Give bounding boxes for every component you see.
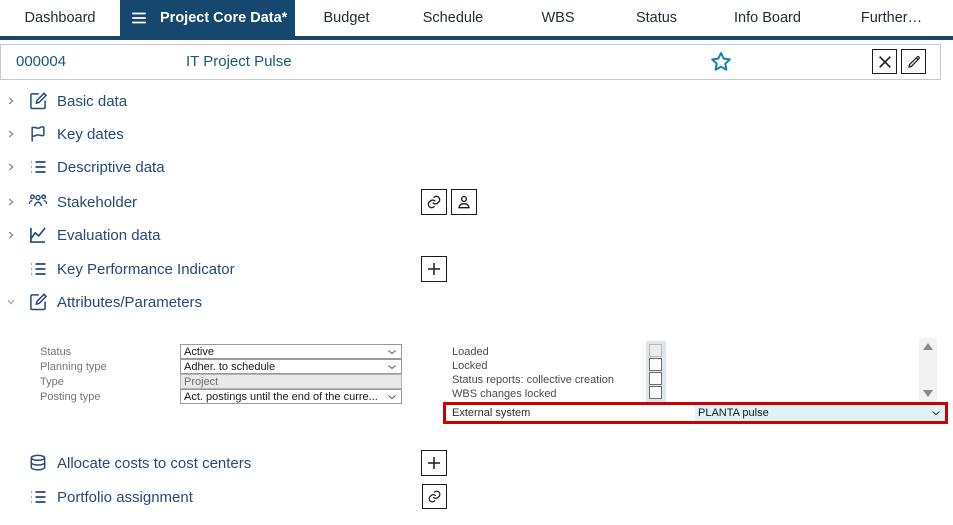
chevron-right-icon[interactable] bbox=[4, 194, 18, 210]
tab-schedule[interactable]: Schedule bbox=[398, 0, 508, 36]
planning-type-value: Adher. to schedule bbox=[184, 360, 276, 373]
flag-icon bbox=[28, 124, 48, 144]
external-system-label: External system bbox=[452, 407, 531, 419]
status-value: Active bbox=[184, 345, 214, 358]
loaded-checkbox bbox=[649, 344, 662, 357]
tab-budget[interactable]: Budget bbox=[295, 0, 398, 36]
checkbox-label-wbs-changes-locked: WBS changes locked bbox=[452, 388, 557, 400]
chart-icon bbox=[28, 225, 48, 245]
section-label: Stakeholder bbox=[57, 193, 138, 211]
checkbox-label-locked: Locked bbox=[452, 360, 488, 372]
project-id: 000004 bbox=[16, 53, 67, 70]
type-field: Project bbox=[180, 374, 402, 389]
tab-label: Schedule bbox=[422, 10, 484, 26]
database-icon bbox=[28, 453, 48, 473]
tab-project-core-data[interactable]: Project Core Data* bbox=[120, 0, 312, 36]
locked-checkbox[interactable] bbox=[649, 358, 662, 371]
section-evaluation-data[interactable]: Evaluation data bbox=[4, 223, 160, 247]
planta-project-window: Dashboard Project Core Data* Budget Sche… bbox=[0, 0, 953, 525]
stakeholder-person-button[interactable] bbox=[451, 189, 477, 215]
record-header: 000004 IT Project Pulse bbox=[0, 44, 941, 80]
tab-info-board[interactable]: Info Board bbox=[705, 0, 830, 36]
chevron-down-icon bbox=[386, 391, 398, 403]
field-label-type: Type bbox=[40, 376, 64, 388]
field-label-planning-type: Planning type bbox=[40, 361, 107, 373]
section-attributes-parameters[interactable]: Attributes/Parameters bbox=[4, 290, 202, 314]
chevron-down-icon[interactable] bbox=[4, 294, 18, 310]
chevron-right-icon[interactable] bbox=[4, 159, 18, 175]
portfolio-link-button[interactable] bbox=[422, 484, 447, 509]
section-stakeholder[interactable]: Stakeholder bbox=[4, 190, 137, 214]
chevron-placeholder bbox=[4, 455, 18, 471]
tab-label: Budget bbox=[323, 10, 370, 26]
type-value: Project bbox=[184, 375, 219, 388]
planning-type-select[interactable]: Adher. to schedule bbox=[180, 359, 402, 374]
edit-icon bbox=[28, 292, 48, 312]
section-label: Key Performance Indicator bbox=[57, 260, 235, 278]
section-label: Basic data bbox=[57, 92, 128, 110]
kpi-add-button[interactable] bbox=[421, 256, 447, 282]
tab-label: WBS bbox=[541, 10, 575, 26]
chevron-placeholder bbox=[4, 261, 18, 277]
tab-wbs[interactable]: WBS bbox=[508, 0, 608, 36]
chevron-down-icon bbox=[386, 361, 398, 373]
close-record-button[interactable] bbox=[872, 49, 897, 74]
favorite-star-icon[interactable] bbox=[709, 50, 733, 74]
external-system-value: PLANTA pulse bbox=[698, 407, 769, 419]
list-icon bbox=[28, 487, 48, 507]
checkbox-label-status-reports: Status reports: collective creation bbox=[452, 374, 615, 386]
tab-bar: Dashboard Project Core Data* Budget Sche… bbox=[0, 0, 953, 36]
chevron-down-icon bbox=[930, 407, 942, 419]
list-icon bbox=[28, 259, 48, 279]
allocate-costs-add-button[interactable] bbox=[421, 450, 447, 476]
section-descriptive-data[interactable]: Descriptive data bbox=[4, 155, 165, 179]
status-select[interactable]: Active bbox=[180, 344, 402, 359]
menu-icon[interactable] bbox=[130, 9, 148, 27]
scroll-down-icon[interactable] bbox=[923, 390, 933, 397]
chevron-down-icon bbox=[386, 346, 398, 358]
posting-type-value: Act. postings until the end of the curre… bbox=[184, 390, 378, 403]
chevron-placeholder bbox=[4, 489, 18, 505]
edit-icon bbox=[28, 91, 48, 111]
section-label: Descriptive data bbox=[57, 158, 165, 176]
tab-label: Info Board bbox=[734, 10, 801, 26]
section-allocate-costs[interactable]: Allocate costs to cost centers bbox=[4, 451, 251, 475]
wbs-changes-locked-checkbox[interactable] bbox=[649, 386, 662, 399]
field-label-status: Status bbox=[40, 346, 72, 358]
section-key-dates[interactable]: Key dates bbox=[4, 122, 124, 146]
section-basic-data[interactable]: Basic data bbox=[4, 89, 127, 113]
stakeholder-link-button[interactable] bbox=[421, 189, 447, 215]
checkbox-label-loaded: Loaded bbox=[452, 346, 489, 358]
section-key-performance-indicator[interactable]: Key Performance Indicator bbox=[4, 257, 235, 281]
posting-type-select[interactable]: Act. postings until the end of the curre… bbox=[180, 389, 402, 404]
chevron-right-icon[interactable] bbox=[4, 227, 18, 243]
tab-underline bbox=[0, 36, 953, 40]
tab-label: Further… bbox=[860, 10, 923, 26]
status-reports-checkbox[interactable] bbox=[649, 372, 662, 385]
section-label: Allocate costs to cost centers bbox=[57, 454, 252, 472]
external-system-row-highlighted: External system PLANTA pulse bbox=[443, 402, 948, 424]
tab-further[interactable]: Further… bbox=[830, 0, 953, 36]
form-scrollbar[interactable] bbox=[919, 338, 937, 402]
section-label: Attributes/Parameters bbox=[57, 293, 203, 311]
tab-label: Dashboard bbox=[24, 10, 96, 26]
scroll-up-icon[interactable] bbox=[923, 343, 933, 350]
tab-label: Status bbox=[635, 10, 678, 26]
section-label: Evaluation data bbox=[57, 226, 161, 244]
section-portfolio-assignment[interactable]: Portfolio assignment bbox=[4, 485, 193, 509]
chevron-right-icon[interactable] bbox=[4, 126, 18, 142]
edit-record-button[interactable] bbox=[901, 49, 926, 74]
tab-dashboard[interactable]: Dashboard bbox=[0, 0, 120, 36]
external-system-select[interactable]: PLANTA pulse bbox=[695, 405, 945, 421]
tab-status[interactable]: Status bbox=[608, 0, 705, 36]
chevron-right-icon[interactable] bbox=[4, 93, 18, 109]
section-label: Portfolio assignment bbox=[57, 488, 193, 506]
list-icon bbox=[28, 157, 48, 177]
section-label: Key dates bbox=[57, 125, 124, 143]
people-icon bbox=[28, 192, 48, 212]
project-name: IT Project Pulse bbox=[186, 53, 292, 70]
tab-label: Project Core Data* bbox=[160, 10, 288, 26]
field-label-posting-type: Posting type bbox=[40, 391, 101, 403]
